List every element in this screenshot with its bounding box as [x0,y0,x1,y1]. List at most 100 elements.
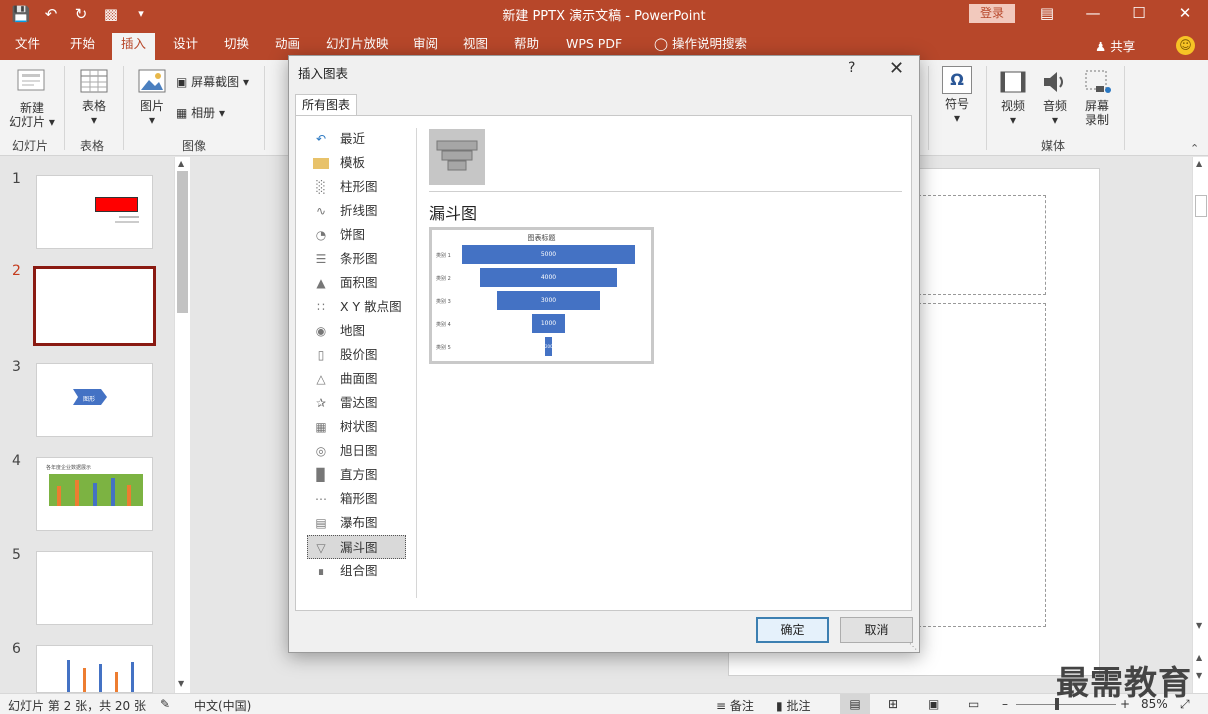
category-funnel[interactable]: ▽ 漏斗图 [307,535,406,559]
tab-insert[interactable]: 插入 [112,33,156,60]
category-histogram[interactable]: ▉ 直方图 [308,463,406,487]
screenshot-button[interactable]: ▣ 屏幕截图 ▾ [176,75,249,89]
maximize-icon[interactable]: ☐ [1116,0,1162,28]
thumbnail-bar [83,668,86,692]
slide-thumbnail[interactable] [36,175,153,249]
tab-file[interactable]: 文件 [6,33,49,60]
category-scatter[interactable]: ∷ X Y 散点图 [308,295,406,319]
slide-sorter-icon[interactable]: ⊞ [888,697,898,711]
scrollbar-thumb[interactable] [177,171,188,313]
category-pie[interactable]: ◔ 饼图 [308,223,406,247]
funnel-subtype-selected[interactable] [429,129,485,185]
preview-category-label: 类别 5 [436,345,451,351]
category-stock[interactable]: ▯ 股价图 [308,343,406,367]
category-area[interactable]: ▲ 面积图 [308,271,406,295]
video-button[interactable]: 视频 ▾ [996,68,1030,127]
watermark: 最需教育 [1056,663,1192,702]
collapse-ribbon-icon[interactable]: ⌃ [1190,142,1199,155]
category-column[interactable]: ░ 柱形图 [308,175,406,199]
divider [429,191,902,192]
category-label: 模板 [340,155,366,170]
category-combo[interactable]: ∎ 组合图 [308,559,406,583]
video-icon [1000,71,1026,93]
screen-recording-button[interactable]: 屏幕 录制 [1080,68,1114,127]
symbol-button[interactable]: Ω 符号 ▾ [938,66,976,125]
slideshow-view-icon[interactable]: ▭ [968,697,979,711]
category-recent[interactable]: ↶ 最近 [308,127,406,151]
category-line[interactable]: ∿ 折线图 [308,199,406,223]
tab-home[interactable]: 开始 [61,33,104,60]
category-treemap[interactable]: ▦ 树状图 [308,415,406,439]
category-map[interactable]: ◉ 地图 [308,319,406,343]
category-templates[interactable]: 模板 [308,151,406,175]
help-icon[interactable]: ? [848,60,855,76]
group-label-table: 表格 [80,139,105,153]
resize-grip-icon[interactable]: ⋱ [909,642,917,651]
ribbon-display-options-icon[interactable]: ▤ [1024,0,1070,28]
category-bar[interactable]: ☰ 条形图 [308,247,406,271]
minimize-icon[interactable]: — [1070,0,1116,28]
separator [986,66,987,150]
previous-slide-icon[interactable]: ▲ [1196,653,1202,662]
category-sunburst[interactable]: ◎ 旭日图 [308,439,406,463]
group-label-images: 图像 [182,139,207,153]
divider [416,128,417,598]
new-slide-button[interactable]: 新建 幻灯片 ▾ [6,68,58,129]
reading-view-icon[interactable]: ▣ [928,697,939,711]
close-icon[interactable]: ✕ [1162,0,1208,28]
scroll-up-icon[interactable]: ▲ [1196,159,1202,168]
scrollbar-thumb[interactable] [1195,195,1207,217]
cancel-button[interactable]: 取消 [840,617,913,643]
category-label: 旭日图 [340,443,378,458]
pictures-label: 图片 [139,99,164,113]
audio-button[interactable]: 音频 ▾ [1038,68,1072,127]
editor-scrollbar[interactable]: ▲ ▼ ▲ ▼ [1192,157,1208,693]
normal-view-icon[interactable]: ▤ [840,694,870,714]
funnel-preview[interactable]: 图表标题 类别 1 5000 类别 2 4000 类别 3 3000 类别 4 … [429,227,654,364]
scroll-up-icon[interactable]: ▲ [178,159,184,168]
slide-thumbnail[interactable] [36,645,153,693]
slide-number: 1 [12,171,21,187]
next-slide-icon[interactable]: ▼ [1196,671,1202,680]
slide-number: 4 [12,453,21,469]
close-icon[interactable]: ✕ [889,58,904,79]
slide-thumbnail[interactable]: 图形 [36,363,153,437]
tab-all-charts[interactable]: 所有图表 [295,94,357,116]
feedback-smiley-icon[interactable]: ☺ [1176,36,1195,55]
title-bar: 💾 ↶ ↻ ▩ ▾ 新建 PPTX 演示文稿 - PowerPoint 登录 ▤… [0,0,1208,28]
category-label: 雷达图 [340,395,378,410]
login-button[interactable]: 登录 [969,4,1015,23]
speaker-icon [1044,72,1063,92]
table-button[interactable]: 表格 ▾ [74,68,114,127]
language[interactable]: 中文(中国) [194,697,251,714]
scatter-chart-icon: ∷ [317,300,325,314]
category-surface[interactable]: △ 曲面图 [308,367,406,391]
share-button[interactable]: ♟ 共享 [1095,36,1135,55]
thumbnail-scrollbar[interactable]: ▲ ▼ [174,157,190,693]
area-chart-icon: ▲ [316,276,326,290]
zoom-slider[interactable] [1016,704,1116,705]
category-label: 最近 [340,131,366,146]
notes-button[interactable]: ≡ 备注 [716,697,754,714]
pictures-button[interactable]: 图片 ▾ [133,68,171,127]
category-waterfall[interactable]: ▤ 瀑布图 [308,511,406,535]
scroll-down-icon[interactable]: ▼ [178,679,184,688]
tab-design[interactable]: 设计 [164,33,207,60]
comments-button[interactable]: ▮ 批注 [776,697,810,714]
category-box-whisker[interactable]: ⋯ 箱形图 [308,487,406,511]
bar-chart-icon: ☰ [315,252,327,266]
slide-thumbnail-selected[interactable] [33,266,156,346]
accessibility-icon[interactable]: ✎ [160,697,170,711]
thumbnail-bar [75,480,79,506]
category-radar[interactable]: ✰ 雷达图 [308,391,406,415]
slide-thumbnail[interactable] [36,551,153,625]
ok-button[interactable]: 确定 [756,617,829,643]
tab-transitions[interactable]: 切换 [215,33,258,60]
thumbnail-bar [127,485,131,506]
category-label: 饼图 [340,227,366,242]
slide-thumbnail[interactable]: 各年度企业数据展示 [36,457,153,531]
zoom-out-icon[interactable]: – [1002,697,1008,711]
chart-category-list: ↶ 最近 模板 ░ 柱形图 ∿ 折线图 ◔ 饼图 ☰ 条形图 ▲ 面积图 ∷ X Y 散点图 … [307,127,406,583]
photo-album-button[interactable]: ▦ 相册 ▾ [176,106,225,120]
scroll-down-icon[interactable]: ▼ [1196,621,1202,630]
